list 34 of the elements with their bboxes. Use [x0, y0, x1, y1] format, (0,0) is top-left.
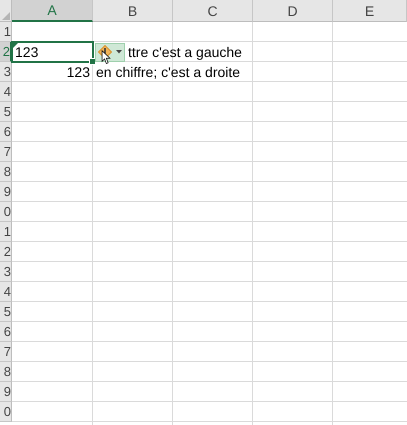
mouse-cursor-icon [101, 50, 111, 65]
column-header[interactable]: E [333, 0, 407, 22]
cell-text: 123 [66, 64, 90, 80]
row-header[interactable]: 9 [0, 382, 12, 402]
row-header[interactable]: 3 [0, 262, 12, 282]
row-header[interactable]: 0 [0, 402, 12, 422]
row-header[interactable]: 5 [0, 302, 12, 322]
row-header[interactable]: 2 [0, 42, 12, 62]
column-header[interactable]: D [253, 0, 333, 22]
column-header[interactable]: B [93, 0, 173, 22]
fill-handle[interactable] [89, 58, 96, 65]
row-header[interactable]: 2 [0, 242, 12, 262]
row-header[interactable]: 3 [0, 62, 12, 82]
row-header[interactable]: 1 [0, 22, 12, 42]
row-header[interactable]: 1 [0, 222, 12, 242]
error-options-button[interactable] [95, 42, 125, 62]
row-header[interactable]: 5 [0, 102, 12, 122]
triangle-icon [2, 12, 10, 20]
row-header[interactable]: 8 [0, 162, 12, 182]
caret-icon [116, 50, 122, 54]
column-header[interactable]: C [173, 0, 253, 22]
row-header[interactable]: 7 [0, 342, 12, 362]
row-header[interactable]: 8 [0, 362, 12, 382]
row-header[interactable]: 6 [0, 122, 12, 142]
selected-cell[interactable]: 123 [12, 42, 93, 62]
row-header[interactable]: 7 [0, 142, 12, 162]
row-header[interactable]: 6 [0, 322, 12, 342]
row-header[interactable]: 4 [0, 82, 12, 102]
row-header[interactable]: 0 [0, 202, 12, 222]
column-header[interactable]: A [12, 0, 93, 22]
cell-text: ttre c'est a gauche [128, 44, 242, 60]
row-header[interactable]: 9 [0, 182, 12, 202]
cell-text: en chiffre; c'est a droite [96, 64, 240, 80]
row-header[interactable]: 4 [0, 282, 12, 302]
